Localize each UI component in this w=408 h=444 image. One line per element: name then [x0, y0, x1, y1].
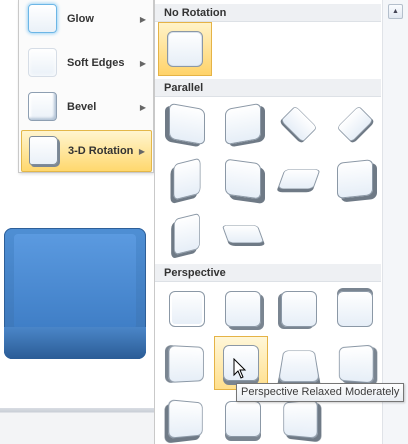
3d-rotation-gallery: No Rotation Parallel Perspective ▲: [154, 0, 408, 444]
soft-edges-thumbnail-icon: [28, 48, 57, 77]
preset-shape-icon: [281, 291, 317, 327]
preset-parallel-9[interactable]: [160, 207, 214, 261]
preset-shape-icon: [280, 105, 318, 143]
gallery-scrollbar[interactable]: ▲: [382, 0, 408, 444]
menu-item-3d-rotation[interactable]: 3-D Rotation ▶: [21, 130, 152, 172]
section-header-perspective: Perspective: [155, 264, 381, 282]
preset-parallel-8[interactable]: [328, 152, 382, 206]
preset-shape-icon: [337, 291, 373, 327]
submenu-arrow-icon: ▶: [138, 146, 145, 156]
menu-item-label: 3-D Rotation: [68, 145, 134, 157]
menu-item-bevel[interactable]: Bevel ▶: [21, 87, 152, 127]
preset-shape-icon: [337, 159, 373, 199]
preset-shape-icon: [225, 291, 261, 327]
preset-perspective-9[interactable]: [160, 392, 214, 444]
preset-parallel-10[interactable]: [216, 207, 270, 261]
preset-perspective-3[interactable]: [272, 282, 326, 336]
preset-shape-icon: [168, 345, 204, 383]
3d-rotation-thumbnail-icon: [29, 136, 58, 165]
preset-parallel-2[interactable]: [216, 97, 270, 151]
submenu-arrow-icon: ▶: [139, 58, 146, 68]
preset-parallel-4[interactable]: [328, 97, 382, 151]
slide-blue-shape[interactable]: [4, 228, 146, 359]
scroll-up-arrow-icon[interactable]: ▲: [388, 4, 403, 19]
preset-shape-icon: [225, 401, 261, 437]
preset-parallel-3[interactable]: [272, 97, 326, 151]
section-header-no-rotation: No Rotation: [155, 4, 381, 22]
section-header-parallel: Parallel: [155, 79, 381, 97]
preset-parallel-7[interactable]: [272, 152, 326, 206]
preset-shape-icon: [173, 157, 201, 201]
menu-item-label: Bevel: [67, 101, 97, 113]
menu-item-soft-edges[interactable]: Soft Edges ▶: [21, 43, 152, 83]
submenu-arrow-icon: ▶: [139, 14, 146, 24]
menu-item-label: Soft Edges: [67, 57, 125, 69]
shape-bottom-bevel: [4, 327, 146, 359]
mouse-pointer-icon: [233, 358, 247, 379]
preset-perspective-4[interactable]: [328, 282, 382, 336]
preset-shape-icon: [167, 31, 203, 67]
menu-item-glow[interactable]: Glow ▶: [21, 0, 152, 39]
preset-shape-icon: [338, 344, 374, 384]
glow-thumbnail-icon: [28, 4, 57, 33]
preset-shape-icon: [336, 105, 374, 143]
preset-perspective-2[interactable]: [216, 282, 270, 336]
preset-shape-icon: [221, 225, 265, 243]
preset-shape-icon: [174, 212, 200, 256]
preset-shape-icon: [277, 169, 321, 189]
preset-no-rotation[interactable]: [158, 22, 212, 76]
preset-shape-icon: [169, 291, 205, 327]
shape-effects-menu: Glow ▶ Soft Edges ▶ Bevel ▶ 3-D Rotation…: [18, 0, 154, 173]
preset-shape-icon: [168, 399, 203, 439]
menu-item-label: Glow: [67, 13, 94, 25]
preset-parallel-5[interactable]: [160, 152, 214, 206]
preset-perspective-5[interactable]: [160, 337, 214, 391]
submenu-arrow-icon: ▶: [139, 102, 146, 112]
preset-shape-icon: [225, 158, 261, 200]
preset-shape-icon: [169, 102, 205, 146]
preset-parallel-1[interactable]: [160, 97, 214, 151]
tooltip: Perspective Relaxed Moderately: [236, 383, 404, 402]
preset-perspective-1[interactable]: [160, 282, 214, 336]
bevel-thumbnail-icon: [28, 92, 57, 121]
preset-parallel-6[interactable]: [216, 152, 270, 206]
preset-shape-icon: [225, 102, 261, 146]
shape-top-face: [14, 234, 136, 329]
status-bar-strip: [0, 408, 156, 444]
preset-shape-icon: [277, 350, 321, 383]
preset-shape-icon: [283, 399, 318, 439]
